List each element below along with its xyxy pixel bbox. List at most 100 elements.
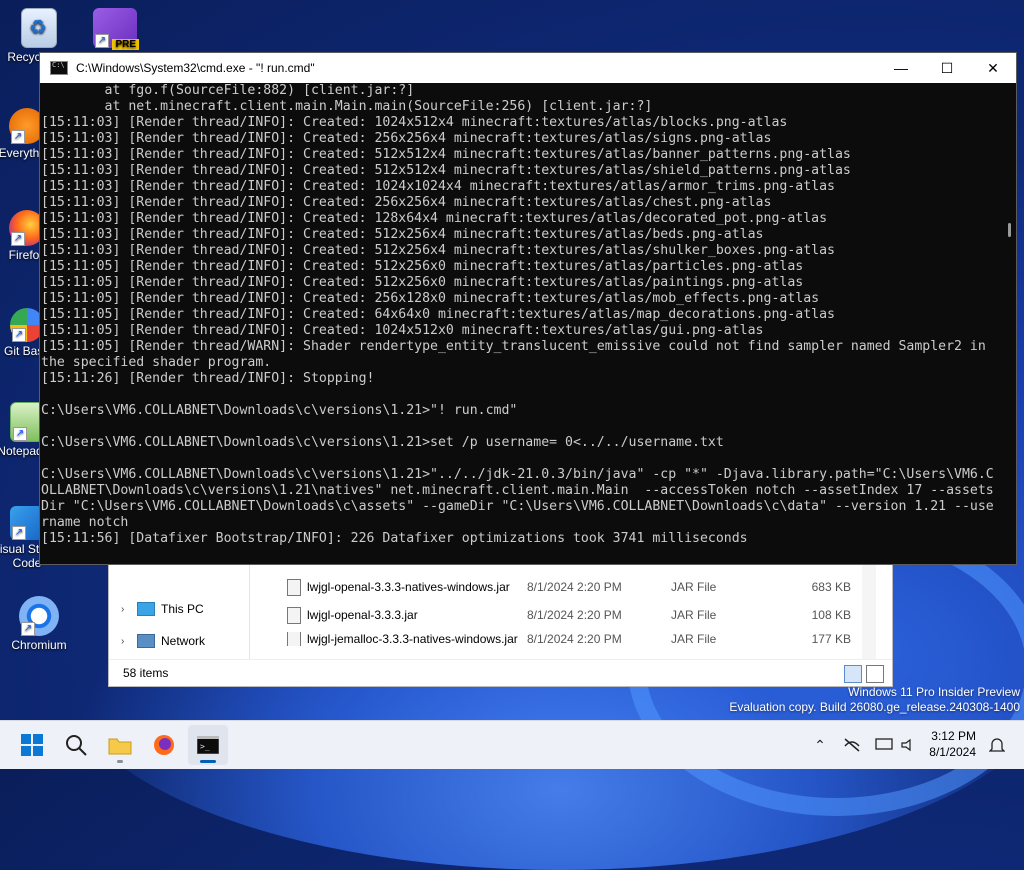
console-line: [15:11:56] [Datafixer Bootstrap/INFO]: 2… [41,531,748,546]
console-line: [15:11:03] [Render thread/INFO]: Created… [41,243,835,258]
file-name: lwjgl-jemalloc-3.3.3-natives-windows.jar [307,632,518,646]
details-view-button[interactable] [844,665,862,683]
chevron-right-icon[interactable]: › [121,636,131,647]
firefox-taskbar-button[interactable] [144,725,184,765]
desktop-icon-visual-studio-preview[interactable]: ↗ PRE [80,8,150,50]
console-line: [15:11:03] [Render thread/INFO]: Created… [41,147,851,162]
navigation-pane: › This PC › Network [109,556,250,660]
network-icon [137,634,155,648]
scrollbar-thumb[interactable] [1008,223,1011,237]
desktop-icon-label: Chromium [11,638,67,652]
windows-logo-icon [21,734,43,756]
show-hidden-icons-button[interactable]: ⌃ [808,721,832,769]
window-title: C:\Windows\System32\cmd.exe - "! run.cmd… [76,61,315,75]
shortcut-arrow-icon: ↗ [11,130,25,144]
taskbar: >_ ⌃ 3:12 PM 8/1/2024 [0,720,1024,769]
jar-file-icon [287,606,301,624]
nav-item-label: Network [161,634,206,648]
close-button[interactable]: ✕ [970,53,1016,83]
console-line: [15:11:05] [Render thread/INFO]: Created… [41,323,764,338]
search-button[interactable] [56,725,96,765]
file-list-scrollbar[interactable] [862,556,876,660]
file-size: 177 KB [811,632,851,646]
shortcut-arrow-icon: ↗ [11,232,25,246]
file-date: 8/1/2024 2:20 PM [527,608,622,622]
console-line: [15:11:03] [Render thread/INFO]: Created… [41,227,764,242]
chevron-up-icon: ⌃ [814,736,826,753]
maximize-button[interactable]: ☐ [924,53,970,83]
console-line: the specified shader program. [41,355,272,370]
firefox-icon [154,735,174,755]
windows-watermark: Windows 11 Pro Insider Preview Evaluatio… [729,685,1020,715]
jar-file-icon [287,578,301,596]
console-line: [15:11:05] [Render thread/INFO]: Created… [41,275,804,290]
nav-item-label: This PC [161,602,204,616]
cmd-taskbar-button[interactable]: >_ [188,725,228,765]
console-line: OLLABNET\Downloads\c\versions\1.21\nativ… [41,483,994,498]
file-type: JAR File [671,608,717,622]
shortcut-arrow-icon: ↗ [12,526,26,540]
svg-text:>_: >_ [200,742,210,751]
console-line: [15:11:05] [Render thread/INFO]: Created… [41,307,835,322]
watermark-build: Evaluation copy. Build 26080.ge_release.… [729,700,1020,714]
console-line: Dir "C:\Users\VM6.COLLABNET\Downloads\c\… [41,499,994,514]
desktop-icon-chromium[interactable]: ↗ Chromium [4,596,74,652]
taskbar-clock[interactable]: 3:12 PM 8/1/2024 [929,728,976,760]
file-name: lwjgl-openal-3.3.3-natives-windows.jar [307,580,510,594]
console-line: C:\Users\VM6.COLLABNET\Downloads\c\versi… [41,467,994,482]
file-row[interactable]: lwjgl-openal-3.3.3-natives-windows.jar 8… [287,574,876,600]
shortcut-arrow-icon: ↗ [95,34,109,48]
console-line: C:\Users\VM6.COLLABNET\Downloads\c\versi… [41,403,518,418]
console-line: [15:11:03] [Render thread/INFO]: Created… [41,131,772,146]
file-row[interactable]: lwjgl-jemalloc-3.3.3-natives-windows.jar… [287,632,876,646]
active-indicator [200,760,216,763]
nav-item-this-pc[interactable]: › This PC [121,602,204,616]
visual-studio-icon: ↗ PRE [93,8,139,50]
console-scrollbar[interactable] [1000,83,1016,564]
running-indicator [117,760,123,763]
speaker-icon [901,738,911,752]
console-line: [15:11:05] [Render thread/INFO]: Created… [41,259,804,274]
console-line: [15:11:03] [Render thread/INFO]: Created… [41,211,828,226]
volume-icon[interactable] [898,721,920,769]
pre-badge: PRE [112,39,139,50]
chromium-icon: ↗ [19,596,59,636]
file-explorer-window[interactable]: › This PC › Network lwjgl-openal-3.3.3-n… [108,555,893,687]
console-line: [15:11:03] [Render thread/INFO]: Created… [41,195,772,210]
file-list: lwjgl-openal-3.3.3-natives-windows.jar 8… [257,556,876,660]
nav-item-network[interactable]: › Network [121,634,205,648]
console-line: [15:11:03] [Render thread/INFO]: Created… [41,163,851,178]
console-line: [15:11:05] [Render thread/WARN]: Shader … [41,339,986,354]
title-bar[interactable]: C:\Windows\System32\cmd.exe - "! run.cmd… [40,53,1016,83]
file-type: JAR File [671,632,717,646]
network-offline-icon [844,738,860,752]
clock-date: 8/1/2024 [929,745,976,759]
console-output[interactable]: at fgo.f(SourceFile:882) [client.jar:?] … [40,83,1000,564]
file-explorer-taskbar-button[interactable] [100,725,140,765]
network-status-icon[interactable] [840,721,864,769]
console-line: [15:11:03] [Render thread/INFO]: Created… [41,115,788,130]
large-icons-view-button[interactable] [866,665,884,683]
start-button[interactable] [12,725,52,765]
recycle-bin-icon: ♻ [21,8,57,48]
notifications-button[interactable] [986,721,1008,769]
console-line: rname notch [41,515,129,530]
minimize-button[interactable]: — [878,53,924,83]
file-type: JAR File [671,580,717,594]
file-size: 683 KB [811,580,851,594]
file-name: lwjgl-openal-3.3.3.jar [307,608,418,622]
console-line: C:\Users\VM6.COLLABNET\Downloads\c\versi… [41,435,724,450]
chevron-right-icon[interactable]: › [121,604,131,615]
console-line: [15:11:05] [Render thread/INFO]: Created… [41,291,820,306]
status-bar: 58 items [109,659,892,686]
console-line: at net.minecraft.client.main.Main.main(S… [41,99,653,114]
file-row[interactable]: lwjgl-openal-3.3.3.jar 8/1/2024 2:20 PM … [287,602,876,628]
shortcut-arrow-icon: ↗ [12,328,26,342]
file-size: 108 KB [811,608,851,622]
display-icon[interactable] [872,721,896,769]
command-prompt-window[interactable]: C:\Windows\System32\cmd.exe - "! run.cmd… [39,52,1017,565]
bell-icon [989,738,1005,752]
clock-time: 3:12 PM [931,729,976,743]
